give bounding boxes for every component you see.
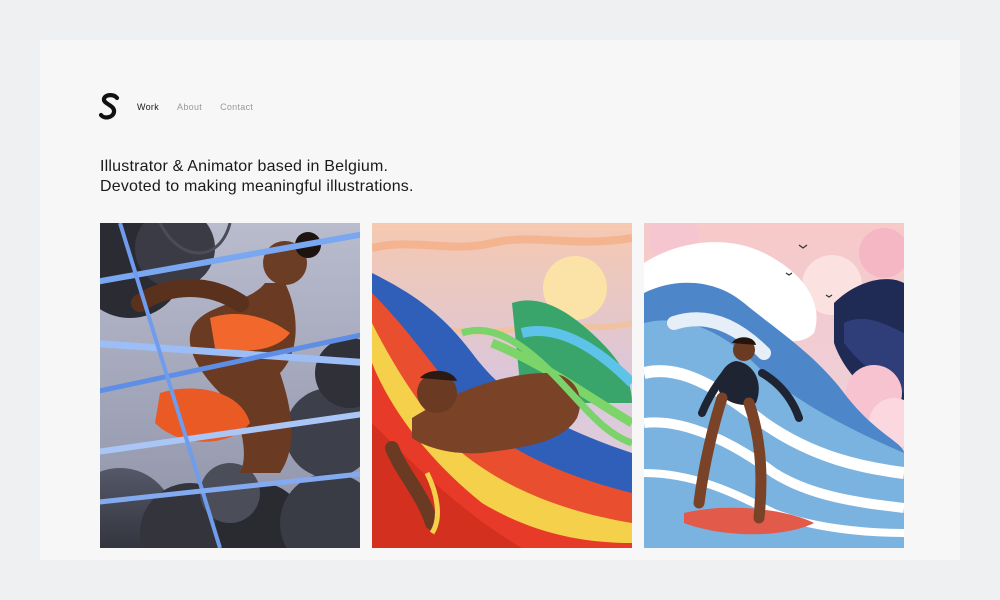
gallery-item-2[interactable] xyxy=(372,223,632,548)
intro-text: Illustrator & Animator based in Belgium.… xyxy=(100,157,414,197)
page-container: Work About Contact Illustrator & Animato… xyxy=(40,40,960,560)
portfolio-grid xyxy=(100,223,904,548)
intro-line-2: Devoted to making meaningful illustratio… xyxy=(100,178,414,195)
logo-icon[interactable] xyxy=(99,93,121,121)
nav-work-link[interactable]: Work xyxy=(137,102,159,112)
intro-line-1: Illustrator & Animator based in Belgium. xyxy=(100,158,389,175)
main-nav: Work About Contact xyxy=(137,102,253,112)
nav-about-link[interactable]: About xyxy=(177,102,202,112)
gallery-item-1[interactable] xyxy=(100,223,360,548)
illustration-reclining-figure-at-sunset-icon xyxy=(372,223,632,548)
nav-contact-link[interactable]: Contact xyxy=(220,102,253,112)
illustration-figure-in-clouds-and-ribbons-icon xyxy=(100,223,360,548)
gallery-item-3[interactable] xyxy=(644,223,904,548)
illustration-surfer-in-wave-icon xyxy=(644,223,904,548)
